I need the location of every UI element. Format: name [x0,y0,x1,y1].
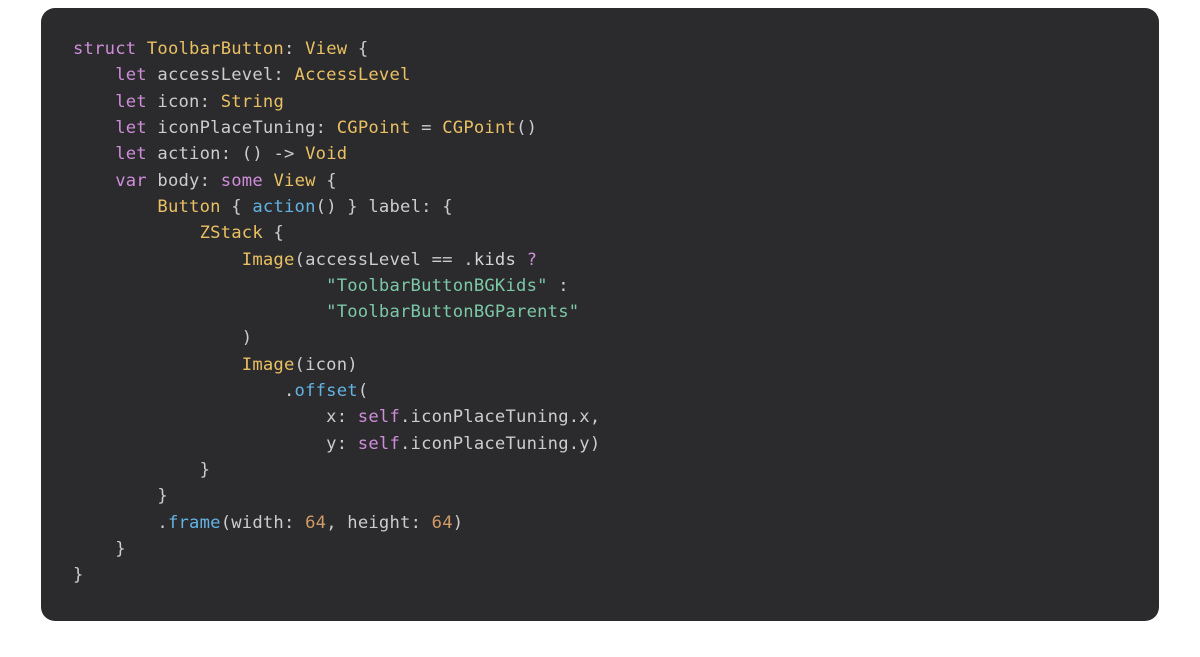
code-token: } [73,565,84,585]
code-token: ToolbarButton [147,39,284,59]
code-token: let [115,118,147,138]
code-token: CGPoint [337,118,411,138]
code-token: = [411,118,443,138]
code-token: ZStack [200,223,263,243]
code-token: accessLevel: [147,65,295,85]
code-token: () } label: { [316,197,453,217]
code-token: -> [273,144,294,164]
code-token: kids [474,250,516,270]
code-token: (width: [221,513,305,533]
code-token: iconPlaceTuning: [147,118,337,138]
code-token: ) [453,513,464,533]
code-token [263,171,274,191]
code-token [73,302,326,322]
code-token [73,65,115,85]
code-token: CGPoint [442,118,516,138]
code-token: .iconPlaceTuning.x, [400,407,600,427]
code-token: Image [242,250,295,270]
code-token: , height: [326,513,431,533]
code-token: (accessLevel == . [295,250,474,270]
code-token: struct [73,39,136,59]
code-token: body: [147,171,221,191]
code-token: action [252,197,315,217]
code-token: AccessLevel [295,65,411,85]
code-token: View [273,171,315,191]
code-token: 64 [432,513,453,533]
code-token: . [73,513,168,533]
code-token [295,144,306,164]
code-token: self [358,434,400,454]
code-token: () [516,118,537,138]
code-token: { [316,171,337,191]
code-token: } [73,460,210,480]
code-token: (icon) [295,355,358,375]
code-token: Button [157,197,220,217]
code-token [73,276,326,296]
code-token [73,144,115,164]
code-token [73,355,242,375]
code-token: View [305,39,347,59]
code-token: ? [527,250,538,270]
code-token: } [73,539,126,559]
code-token [73,118,115,138]
code-token [73,250,242,270]
code-token: 64 [305,513,326,533]
code-token: "ToolbarButtonBGKids" [326,276,548,296]
code-token [73,197,157,217]
code-token [73,92,115,112]
code-token: y: [73,434,358,454]
code-token: self [358,407,400,427]
code-token: var [115,171,147,191]
code-token: String [221,92,284,112]
code-block: struct ToolbarButton: View { let accessL… [41,8,1159,621]
code-token: { [221,197,253,217]
code-token: "ToolbarButtonBGParents" [326,302,579,322]
code-token: : [548,276,569,296]
code-token [73,171,115,191]
code-token [73,223,200,243]
code-token: frame [168,513,221,533]
code-token: offset [295,381,358,401]
code-token: { [263,223,284,243]
code-token: let [115,144,147,164]
code-token: : [284,39,305,59]
code-token: ( [358,381,369,401]
code-token: ) [73,328,252,348]
code-token: action: () [147,144,274,164]
code-content: struct ToolbarButton: View { let accessL… [73,36,1127,589]
code-token: let [115,92,147,112]
code-token: Void [305,144,347,164]
code-token: } [73,486,168,506]
code-token: .iconPlaceTuning.y) [400,434,600,454]
code-token: some [221,171,263,191]
code-token: { [347,39,368,59]
code-token: let [115,65,147,85]
code-token: icon: [147,92,221,112]
code-token: . [73,381,295,401]
code-token [516,250,527,270]
code-token: x: [73,407,358,427]
code-token: Image [242,355,295,375]
code-token [136,39,147,59]
